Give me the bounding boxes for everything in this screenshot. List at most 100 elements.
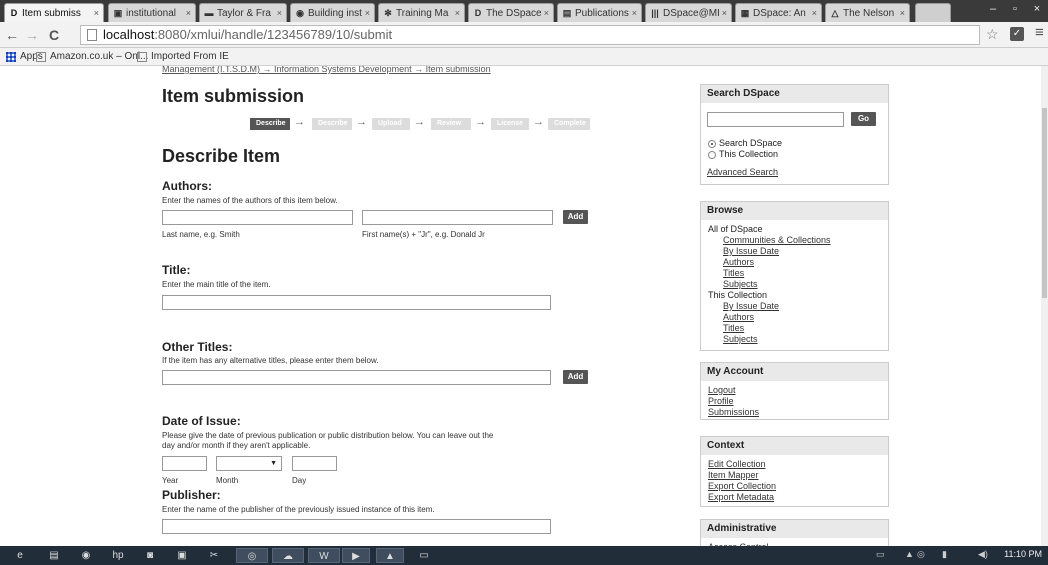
context-link[interactable]: Export Metadata: [708, 492, 881, 503]
browser-tab[interactable]: ▦ DSpace: An I ×: [735, 3, 822, 22]
taskbar-app-icon[interactable]: ◎: [236, 548, 268, 563]
bookmark-star-icon[interactable]: ☆: [986, 26, 999, 43]
volume-icon[interactable]: ◀): [978, 549, 988, 560]
search-input[interactable]: [707, 112, 844, 127]
close-tab-icon[interactable]: ×: [722, 8, 727, 18]
close-tab-icon[interactable]: ×: [365, 8, 370, 18]
browser-tab[interactable]: D The DSpace ×: [468, 3, 554, 22]
taskbar-app-icon[interactable]: ▤: [40, 548, 68, 563]
month-select[interactable]: ▼: [216, 456, 282, 471]
admin-box-title: Administrative: [701, 520, 888, 538]
browser-tab[interactable]: ✻ Training Ma ×: [378, 3, 465, 22]
taskbar-app-icon[interactable]: e: [6, 548, 34, 563]
search-scope-group: Search DSpace This Collection: [708, 138, 782, 160]
keyboard-icon[interactable]: ▭: [876, 549, 885, 560]
other-titles-hint: If the item has any alternative titles, …: [162, 356, 379, 365]
browse-link[interactable]: Subjects: [708, 279, 881, 290]
taskbar-app-icon[interactable]: ▣: [168, 548, 196, 563]
taskbar-app-icon[interactable]: W: [308, 548, 340, 563]
browse-link[interactable]: Titles: [708, 268, 881, 279]
account-link[interactable]: Submissions: [708, 407, 881, 418]
reload-icon[interactable]: C: [46, 26, 62, 44]
close-tab-icon[interactable]: ×: [900, 8, 905, 18]
new-tab-button[interactable]: [915, 3, 951, 22]
window-controls: – ▫ ×: [982, 0, 1048, 18]
taskbar-app-icon[interactable]: ☁: [272, 548, 304, 563]
close-tab-icon[interactable]: ×: [94, 8, 99, 18]
close-tab-icon[interactable]: ×: [277, 8, 282, 18]
tab-title: Publications: [575, 7, 629, 19]
power-icon[interactable]: ▮: [942, 549, 947, 560]
browse-link[interactable]: By Issue Date: [708, 246, 881, 257]
tab-favicon: ▦: [740, 8, 750, 18]
network-icon[interactable]: ◎: [917, 549, 925, 560]
back-icon[interactable]: ←: [4, 26, 20, 44]
browser-tab[interactable]: △ The Nelson I ×: [825, 3, 910, 22]
day-input[interactable]: [292, 456, 337, 471]
browser-tab[interactable]: ||| DSpace@MI ×: [645, 3, 732, 22]
bookmark-folder-ie[interactable]: Imported From IE: [137, 51, 229, 62]
forward-icon[interactable]: →: [24, 26, 40, 44]
close-tab-icon[interactable]: ×: [186, 8, 191, 18]
close-tab-icon[interactable]: ×: [812, 8, 817, 18]
extension-icon[interactable]: ✓: [1010, 27, 1024, 41]
context-link[interactable]: Export Collection: [708, 481, 881, 492]
taskbar-app-icon[interactable]: ▭: [410, 548, 438, 563]
go-button[interactable]: Go: [851, 112, 876, 126]
taskbar-app-icon[interactable]: ◙: [136, 548, 164, 563]
breadcrumb[interactable]: Management (I.T.S.D.M) → Information Sys…: [162, 66, 491, 74]
taskbar-app-icon[interactable]: ✂: [200, 548, 228, 563]
browser-tab[interactable]: ◉ Building insti ×: [290, 3, 375, 22]
browser-tab[interactable]: ▤ Publications ×: [557, 3, 642, 22]
tab-title: institutional: [126, 7, 177, 19]
close-window-icon[interactable]: ×: [1026, 0, 1048, 18]
step-arrow: →: [414, 116, 425, 128]
publisher-input[interactable]: [162, 519, 551, 534]
browser-menu-icon[interactable]: ≡: [1035, 24, 1044, 41]
close-tab-icon[interactable]: ×: [455, 8, 460, 18]
radio-this-collection[interactable]: This Collection: [708, 149, 782, 160]
add-other-title-button[interactable]: Add: [563, 370, 588, 384]
account-link[interactable]: Profile: [708, 396, 881, 407]
step-complete: Complete: [548, 118, 590, 130]
taskbar-app-icon[interactable]: hp: [104, 548, 132, 563]
taskbar-app-icon[interactable]: ▲: [376, 548, 404, 563]
folder-icon: [137, 51, 147, 62]
minimize-icon[interactable]: –: [982, 0, 1004, 18]
browser-tab[interactable]: ▣ institutional ×: [108, 3, 196, 22]
author-last-name-input[interactable]: [162, 210, 353, 225]
close-tab-icon[interactable]: ×: [544, 8, 549, 18]
browser-tab[interactable]: D Item submiss ×: [4, 3, 104, 22]
browse-link[interactable]: By Issue Date: [708, 301, 881, 312]
radio-search-dspace[interactable]: Search DSpace: [708, 138, 782, 149]
account-links: Logout Profile Submissions: [701, 381, 888, 422]
browse-list: All of DSpace Communities & Collections By…: [701, 220, 888, 349]
year-input[interactable]: [162, 456, 207, 471]
context-link[interactable]: Item Mapper: [708, 470, 881, 481]
radio-selected-icon: [708, 139, 716, 148]
scrollbar-thumb[interactable]: [1042, 108, 1047, 298]
bookmark-amazon[interactable]: Amazon.co.uk – Onl...: [36, 51, 148, 62]
context-link[interactable]: Edit Collection: [708, 459, 881, 470]
browse-link[interactable]: Communities & Collections: [708, 235, 881, 246]
tray-arrow-icon[interactable]: ▲: [905, 549, 914, 559]
browser-tab[interactable]: ▬ Taylor & Fra ×: [199, 3, 287, 22]
browse-link[interactable]: Authors: [708, 312, 881, 323]
browse-link[interactable]: Subjects: [708, 334, 881, 345]
author-first-name-input[interactable]: [362, 210, 553, 225]
url-input[interactable]: localhost:8080/xmlui/handle/123456789/10…: [80, 25, 980, 45]
search-box: Search DSpace Go Search DSpace This Coll…: [700, 84, 889, 185]
browse-box-title: Browse: [701, 202, 888, 220]
close-tab-icon[interactable]: ×: [632, 8, 637, 18]
account-link[interactable]: Logout: [708, 385, 881, 396]
tab-favicon: ▬: [204, 8, 214, 18]
maximize-icon[interactable]: ▫: [1004, 0, 1026, 18]
taskbar-app-icon[interactable]: ◉: [72, 548, 100, 563]
title-input[interactable]: [162, 295, 551, 310]
add-author-button[interactable]: Add: [563, 210, 588, 224]
advanced-search-link[interactable]: Advanced Search: [707, 167, 778, 178]
other-title-input[interactable]: [162, 370, 551, 385]
taskbar-app-icon[interactable]: ▶: [342, 548, 370, 563]
browse-link[interactable]: Titles: [708, 323, 881, 334]
browse-link[interactable]: Authors: [708, 257, 881, 268]
